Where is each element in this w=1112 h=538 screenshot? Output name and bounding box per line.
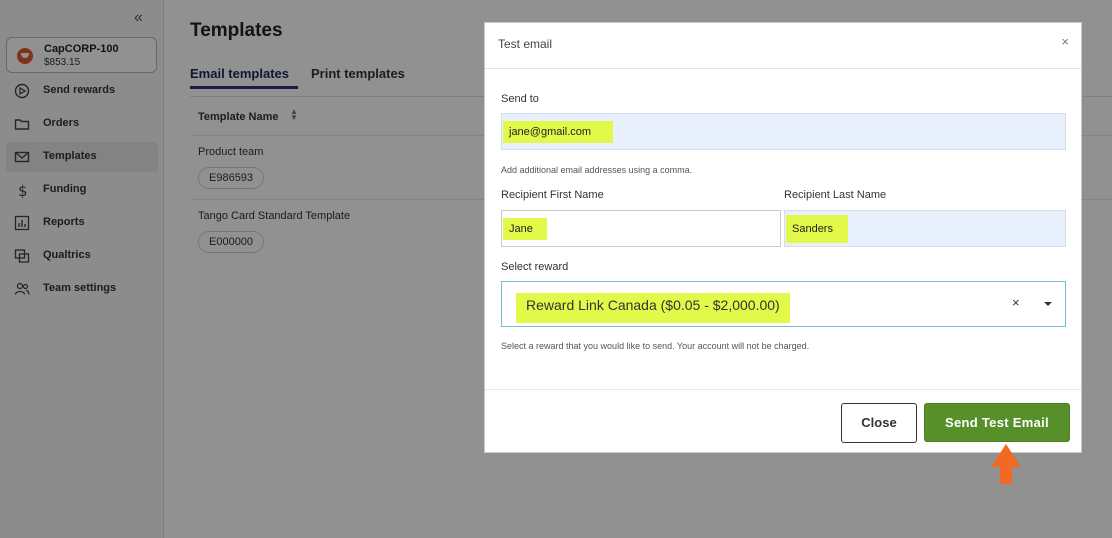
reward-select-value: Reward Link Canada ($0.05 - $2,000.00) xyxy=(516,293,790,323)
first-name-label: Recipient First Name xyxy=(501,189,604,201)
reward-select[interactable]: Reward Link Canada ($0.05 - $2,000.00) × xyxy=(501,281,1066,327)
send-to-value: jane@gmail.com xyxy=(503,121,613,143)
send-test-email-button[interactable]: Send Test Email xyxy=(924,403,1070,442)
dialog-header: Test email × xyxy=(485,23,1081,69)
select-reward-helper: Select a reward that you would like to s… xyxy=(501,341,810,351)
close-button[interactable]: Close xyxy=(841,403,917,443)
select-reward-label: Select reward xyxy=(501,261,569,273)
send-to-helper: Add additional email addresses using a c… xyxy=(501,165,693,175)
send-to-label: Send to xyxy=(501,93,539,105)
dialog-footer-divider xyxy=(485,389,1081,390)
close-icon[interactable]: × xyxy=(1061,34,1069,49)
first-name-value: Jane xyxy=(503,218,547,240)
last-name-label: Recipient Last Name xyxy=(784,189,887,201)
last-name-value: Sanders xyxy=(786,215,848,243)
first-name-input[interactable]: Jane xyxy=(501,210,781,247)
chevron-down-icon[interactable] xyxy=(1044,302,1052,306)
clear-selection-icon[interactable]: × xyxy=(1012,295,1020,310)
test-email-dialog: Test email × Send to jane@gmail.com Add … xyxy=(484,22,1082,453)
annotation-arrow-icon xyxy=(991,444,1021,484)
dialog-title: Test email xyxy=(498,37,553,51)
send-to-input[interactable]: jane@gmail.com xyxy=(501,113,1066,150)
last-name-input[interactable]: Sanders xyxy=(784,210,1066,247)
